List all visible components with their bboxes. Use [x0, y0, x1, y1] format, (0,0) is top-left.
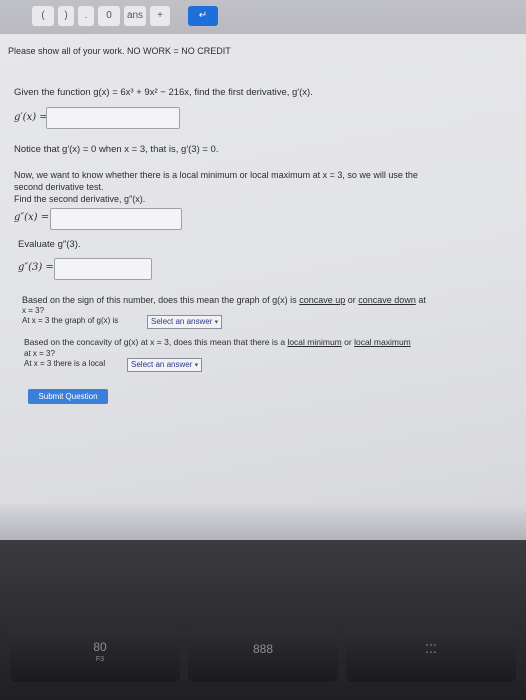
extremum-select[interactable]: Select an answer ▾ — [127, 358, 203, 372]
q5-line3: At x = 3 there is a local — [24, 359, 106, 368]
screen-bezel — [0, 504, 526, 540]
zero-button[interactable]: 0 — [98, 6, 120, 26]
chevron-down-icon: ▾ — [214, 319, 219, 326]
paren-right-button[interactable]: ) — [58, 6, 74, 26]
q1-prompt: Given the function g(x) = 6x³ + 9x² − 21… — [14, 87, 313, 98]
q4-line2: x = 3? — [22, 306, 45, 315]
q3-label: g″(3) = — [18, 262, 54, 273]
first-derivative-input[interactable] — [46, 107, 180, 129]
plus-button[interactable]: + — [150, 6, 170, 26]
q4-line3: At x = 3 the graph of g(x) is — [22, 316, 119, 325]
chevron-down-icon: ▾ — [194, 362, 199, 369]
q3-prompt: Evaluate g″(3). — [18, 239, 81, 250]
local-maximum-link: local maximum — [354, 337, 411, 347]
submit-question-button[interactable]: Submit Question — [28, 389, 108, 404]
key-f4: 888 — [188, 628, 338, 682]
key-f3: 80 F3 — [20, 628, 180, 682]
launchpad-icon: 888 — [252, 642, 274, 656]
key-f5: ⁚⁚⁚ — [346, 628, 516, 682]
local-minimum-link: local minimum — [287, 337, 342, 347]
concavity-select[interactable]: Select an answer ▾ — [147, 315, 223, 329]
second-derivative-at-3-input[interactable] — [54, 258, 152, 280]
keyboard-backlight-icon: ⁚⁚⁚ — [425, 642, 437, 656]
concave-up-link: concave up — [299, 295, 346, 305]
q5-line1: Based on the concavity of g(x) at x = 3,… — [24, 337, 411, 347]
q2-line3: Find the second derivative, g″(x). — [14, 194, 146, 204]
paren-left-button[interactable]: ( — [32, 6, 54, 26]
instructions-text: Please show all of your work. NO WORK = … — [8, 46, 231, 56]
laptop-keyboard: 80 F3 888 ⁚⁚⁚ — [0, 540, 526, 700]
decimal-button[interactable]: . — [78, 6, 94, 26]
q2-line2: second derivative test. — [14, 182, 104, 192]
q5-line2: at x = 3? — [24, 349, 55, 358]
question-panel: Please show all of your work. NO WORK = … — [0, 34, 526, 504]
concave-down-link: concave down — [358, 295, 416, 305]
notice-text: Notice that g′(x) = 0 when x = 3, that i… — [14, 144, 219, 155]
q1-label: g′(x) = — [14, 112, 48, 123]
q2-line1: Now, we want to know whether there is a … — [14, 170, 418, 180]
q2-label: g″(x) = — [14, 212, 50, 223]
second-derivative-input[interactable] — [50, 208, 182, 230]
math-toolbar: ( ) . 0 ans + ↵ — [0, 0, 526, 34]
enter-button[interactable]: ↵ — [188, 6, 218, 26]
q4-line1: Based on the sign of this number, does t… — [22, 295, 426, 305]
ans-button[interactable]: ans — [124, 6, 146, 26]
mission-control-icon: 80 — [93, 640, 107, 654]
